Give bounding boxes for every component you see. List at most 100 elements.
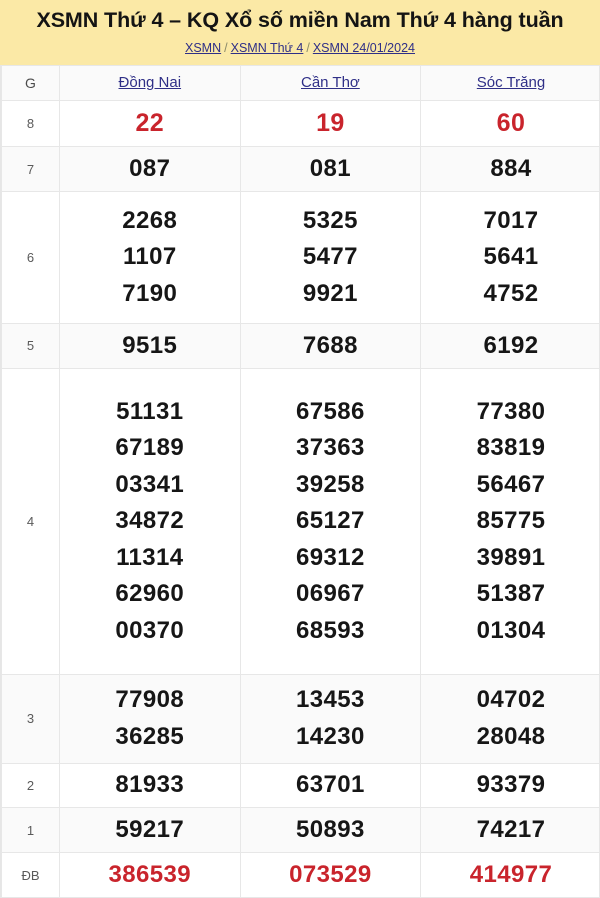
column-header-province-1: Đồng Nai <box>59 64 241 101</box>
result-cell: 74217 <box>420 807 599 854</box>
province-link-dong-nai[interactable]: Đồng Nai <box>119 74 182 91</box>
column-header-prize: G <box>1 64 60 101</box>
table-row: 3 77908 36285 13453 14230 04702 28048 <box>1 674 599 764</box>
province-link-soc-trang[interactable]: Sóc Trăng <box>477 74 545 91</box>
table-row: 5 9515 7688 6192 <box>1 322 599 369</box>
result-cell: 04702 28048 <box>420 674 599 764</box>
result-number: 83819 <box>476 434 546 462</box>
table-row: 4 51131 67189 03341 34872 11314 62960 00370 6758… <box>1 367 599 676</box>
result-number: 06967 <box>296 580 365 608</box>
table-body: 8 22 19 60 7 087 081 884 6 2268 1107 7190 5325 5477 99… <box>1 99 599 898</box>
result-cell: 77380 83819 56467 85775 39891 51387 01304 <box>420 367 599 676</box>
breadcrumb-item-xsmn[interactable]: XSMN <box>185 41 221 55</box>
result-cell: 414977 <box>420 852 599 898</box>
result-number: 7190 <box>122 279 178 307</box>
breadcrumb-separator-2: / <box>306 40 310 55</box>
result-number: 39891 <box>476 543 546 571</box>
prize-label: 6 <box>1 190 60 324</box>
prize-label: 3 <box>1 674 60 764</box>
breadcrumb-item-xsmn-thu-4[interactable]: XSMN Thứ 4 <box>231 41 304 55</box>
result-number: 77380 <box>476 397 546 425</box>
result-number: 39258 <box>296 470 365 498</box>
result-number: 087 <box>129 154 171 182</box>
column-header-province-3: Sóc Trăng <box>420 64 599 101</box>
result-number: 00370 <box>115 616 185 644</box>
result-number: 60 <box>496 109 526 138</box>
result-number: 14230 <box>296 722 365 750</box>
result-number: 63701 <box>296 771 365 799</box>
prize-label: 1 <box>1 807 60 854</box>
table-row: 8 22 19 60 <box>1 99 599 148</box>
result-number: 1107 <box>122 243 177 271</box>
result-number: 69312 <box>296 543 365 571</box>
result-number: 36285 <box>115 722 185 750</box>
result-cell: 67586 37363 39258 65127 69312 06967 68593 <box>239 367 422 676</box>
result-cell: 073529 <box>239 852 422 898</box>
table-row: 2 81933 63701 93379 <box>1 762 599 809</box>
result-number: 19 <box>316 109 345 138</box>
result-number: 22 <box>135 109 165 138</box>
result-cell: 81933 <box>59 762 241 809</box>
result-cell: 386539 <box>59 852 241 898</box>
result-cell: 2268 1107 7190 <box>59 190 241 324</box>
result-number: 9921 <box>302 279 358 307</box>
result-number: 073529 <box>289 860 372 888</box>
breadcrumb-separator-1: / <box>224 40 228 55</box>
result-number: 68593 <box>296 616 365 644</box>
result-number: 59217 <box>115 816 185 843</box>
result-number: 51387 <box>476 580 546 608</box>
breadcrumb: XSMN / XSMN Thứ 4/XSMN 24/01/2024 <box>6 41 594 56</box>
result-number: 11314 <box>116 543 184 571</box>
result-cell: 63701 <box>239 762 422 809</box>
table-row: 1 59217 50893 74217 <box>1 807 599 854</box>
result-number: 386539 <box>108 860 192 888</box>
result-number: 93379 <box>476 771 546 799</box>
result-number: 62960 <box>115 580 185 608</box>
result-number: 081 <box>309 154 352 182</box>
result-number: 03341 <box>115 470 185 498</box>
table-header: G Đồng Nai Cần Thơ Sóc Trăng <box>1 64 599 101</box>
result-number: 01304 <box>476 616 546 644</box>
result-cell: 77908 36285 <box>59 674 241 764</box>
prize-label: 4 <box>1 367 60 676</box>
prize-label: 2 <box>1 762 60 809</box>
result-cell: 6192 <box>420 322 599 369</box>
prize-label: 8 <box>1 99 60 148</box>
result-number: 5641 <box>483 243 539 271</box>
lottery-results-table: G Đồng Nai Cần Thơ Sóc Trăng 8 22 19 60 7 087… <box>1 64 599 898</box>
result-number: 04702 <box>476 686 546 714</box>
result-number: 65127 <box>296 507 365 535</box>
result-cell: 081 <box>239 146 422 192</box>
result-cell: 51131 67189 03341 34872 11314 62960 00370 <box>59 367 241 676</box>
result-number: 74217 <box>476 816 546 843</box>
page-header-banner: XSMN Thứ 4 – KQ Xổ số miền Nam Thứ 4 hàn… <box>0 0 600 65</box>
result-number: 50893 <box>296 816 365 843</box>
result-number: 13453 <box>296 686 365 714</box>
prize-label: 5 <box>1 322 60 369</box>
result-number: 414977 <box>469 860 553 888</box>
result-number: 5477 <box>302 243 358 271</box>
province-link-can-tho[interactable]: Cần Thơ <box>301 74 360 91</box>
table-row: ĐB 386539 073529 414977 <box>1 852 599 898</box>
result-number: 9515 <box>122 331 178 359</box>
result-number: 37363 <box>296 434 365 462</box>
column-header-province-2: Cần Thơ <box>239 64 422 101</box>
result-number: 7688 <box>302 331 358 359</box>
result-cell: 13453 14230 <box>239 674 422 764</box>
result-cell: 7017 5641 4752 <box>420 190 599 324</box>
result-number: 28048 <box>476 722 546 750</box>
breadcrumb-item-xsmn-date[interactable]: XSMN 24/01/2024 <box>313 41 415 55</box>
result-number: 34872 <box>115 507 185 535</box>
result-number: 85775 <box>476 507 546 535</box>
result-number: 884 <box>490 154 532 182</box>
lottery-results-page: XSMN Thứ 4 – KQ Xổ số miền Nam Thứ 4 hàn… <box>0 0 600 898</box>
result-cell: 22 <box>59 99 241 148</box>
result-number: 51131 <box>116 397 184 425</box>
result-number: 77908 <box>115 686 185 714</box>
result-number: 7017 <box>483 206 539 234</box>
result-cell: 19 <box>239 99 422 148</box>
result-number: 56467 <box>476 470 546 498</box>
result-number: 67189 <box>115 434 185 462</box>
result-cell: 50893 <box>239 807 422 854</box>
result-number: 5325 <box>302 206 358 234</box>
